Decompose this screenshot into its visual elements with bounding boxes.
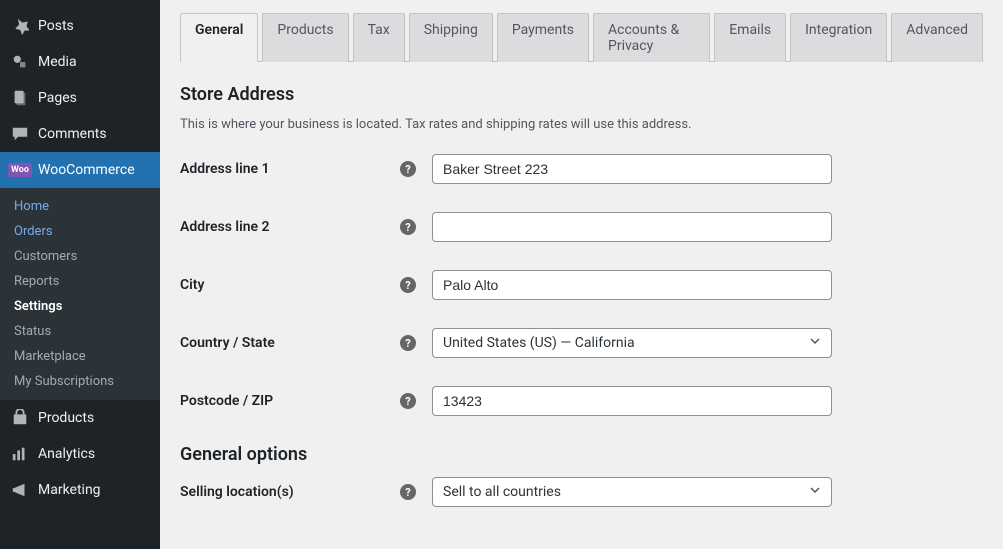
sidebar-item-label: Pages xyxy=(38,90,77,106)
main-content: General Products Tax Shipping Payments A… xyxy=(160,0,1003,549)
tab-emails[interactable]: Emails xyxy=(714,13,786,62)
sidebar-item-label: Media xyxy=(38,54,77,70)
tab-payments[interactable]: Payments xyxy=(497,13,589,62)
comment-icon xyxy=(10,124,30,144)
analytics-icon xyxy=(10,444,30,464)
tab-products[interactable]: Products xyxy=(262,13,348,62)
help-icon[interactable]: ? xyxy=(400,393,416,409)
marketing-icon xyxy=(10,480,30,500)
tab-accounts-privacy[interactable]: Accounts & Privacy xyxy=(593,13,710,62)
help-icon[interactable]: ? xyxy=(400,484,416,500)
sidebar-item-label: Comments xyxy=(38,126,107,142)
chevron-down-icon xyxy=(809,484,821,500)
label-address1: Address line 1 xyxy=(180,161,400,177)
section-desc-store-address: This is where your business is located. … xyxy=(180,117,983,132)
select-value: Sell to all countries xyxy=(443,484,561,500)
row-country-state: Country / State ? United States (US) — C… xyxy=(180,328,983,358)
sidebar-item-marketing[interactable]: Marketing xyxy=(0,472,160,508)
sidebar-sub-subscriptions[interactable]: My Subscriptions xyxy=(0,369,160,394)
pin-icon xyxy=(10,16,30,36)
section-title-store-address: Store Address xyxy=(180,84,983,105)
help-icon[interactable]: ? xyxy=(400,219,416,235)
sidebar-item-label: Marketing xyxy=(38,482,101,498)
input-address1[interactable] xyxy=(432,154,832,184)
sidebar-item-comments[interactable]: Comments xyxy=(0,116,160,152)
label-postcode: Postcode / ZIP xyxy=(180,393,400,409)
row-address1: Address line 1 ? xyxy=(180,154,983,184)
sidebar-sub-marketplace[interactable]: Marketplace xyxy=(0,344,160,369)
help-icon[interactable]: ? xyxy=(400,277,416,293)
select-country-state[interactable]: United States (US) — California xyxy=(432,328,832,358)
sidebar-item-label: Posts xyxy=(38,18,74,34)
sidebar-sub-reports[interactable]: Reports xyxy=(0,269,160,294)
label-city: City xyxy=(180,277,400,293)
label-address2: Address line 2 xyxy=(180,219,400,235)
sidebar-item-label: Analytics xyxy=(38,446,95,462)
tab-tax[interactable]: Tax xyxy=(353,13,405,62)
woocommerce-icon: Woo xyxy=(10,160,30,180)
sidebar-sub-orders[interactable]: Orders xyxy=(0,219,160,244)
label-selling-locations: Selling location(s) xyxy=(180,484,400,500)
sidebar-sub-settings[interactable]: Settings xyxy=(0,294,160,319)
tab-advanced[interactable]: Advanced xyxy=(891,13,983,62)
page-icon xyxy=(10,88,30,108)
admin-sidebar: Posts Media Pages Comments Woo WooCommer… xyxy=(0,0,160,549)
sidebar-sub-customers[interactable]: Customers xyxy=(0,244,160,269)
sidebar-item-woocommerce[interactable]: Woo WooCommerce xyxy=(0,152,160,188)
tab-general[interactable]: General xyxy=(180,13,258,62)
settings-tabs: General Products Tax Shipping Payments A… xyxy=(180,12,983,62)
chevron-down-icon xyxy=(809,335,821,351)
input-address2[interactable] xyxy=(432,212,832,242)
row-selling-locations: Selling location(s) ? Sell to all countr… xyxy=(180,477,983,507)
input-city[interactable] xyxy=(432,270,832,300)
input-postcode[interactable] xyxy=(432,386,832,416)
sidebar-item-analytics[interactable]: Analytics xyxy=(0,436,160,472)
sidebar-item-label: WooCommerce xyxy=(38,162,135,178)
section-title-general-options: General options xyxy=(180,444,983,465)
sidebar-item-pages[interactable]: Pages xyxy=(0,80,160,116)
sidebar-item-posts[interactable]: Posts xyxy=(0,8,160,44)
select-value: United States (US) — California xyxy=(443,335,635,351)
sidebar-sub-status[interactable]: Status xyxy=(0,319,160,344)
row-address2: Address line 2 ? xyxy=(180,212,983,242)
label-country-state: Country / State xyxy=(180,335,400,351)
help-icon[interactable]: ? xyxy=(400,335,416,351)
row-postcode: Postcode / ZIP ? xyxy=(180,386,983,416)
sidebar-submenu: Home Orders Customers Reports Settings S… xyxy=(0,188,160,400)
row-city: City ? xyxy=(180,270,983,300)
tab-integration[interactable]: Integration xyxy=(790,13,887,62)
help-icon[interactable]: ? xyxy=(400,161,416,177)
products-icon xyxy=(10,408,30,428)
sidebar-item-products[interactable]: Products xyxy=(0,400,160,436)
sidebar-item-media[interactable]: Media xyxy=(0,44,160,80)
tab-shipping[interactable]: Shipping xyxy=(409,13,493,62)
select-selling-locations[interactable]: Sell to all countries xyxy=(432,477,832,507)
sidebar-item-label: Products xyxy=(38,410,94,426)
sidebar-sub-home[interactable]: Home xyxy=(0,194,160,219)
media-icon xyxy=(10,52,30,72)
